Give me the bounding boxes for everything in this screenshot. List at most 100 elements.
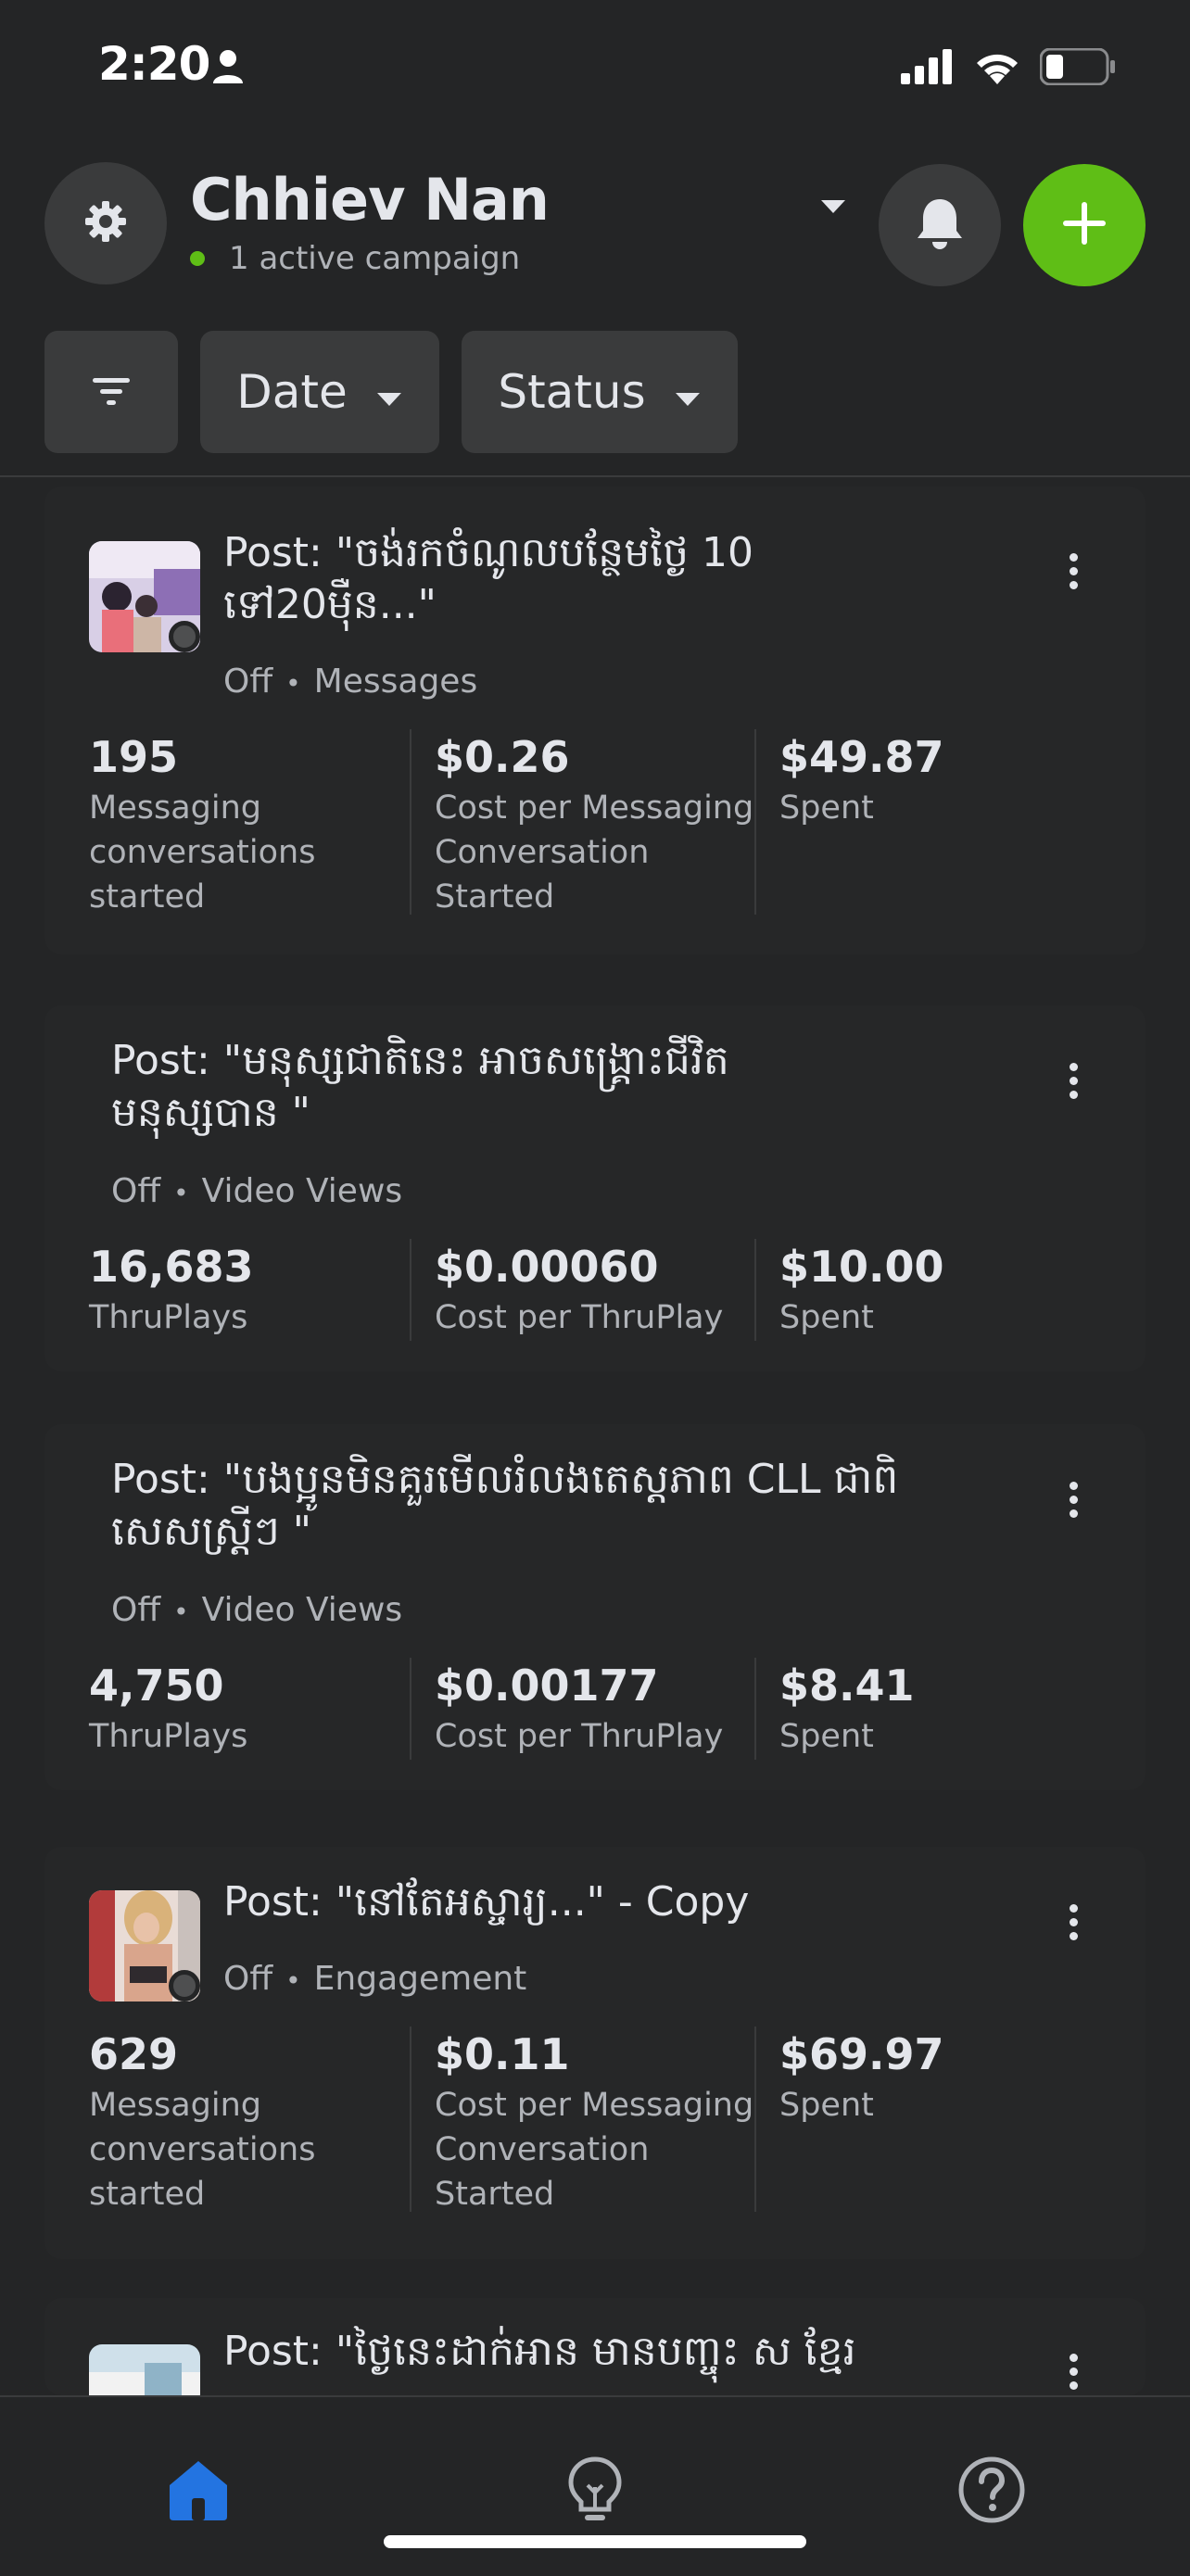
campaign-meta: Off • Video Views [111, 1591, 402, 1629]
campaign-card[interactable]: Post: "បងប្អូនមិនគួរមើលរំលងតេស្តភាព CLL … [44, 1424, 1146, 1790]
metric-divider [754, 729, 756, 915]
more-options-icon[interactable] [1070, 1482, 1081, 1523]
campaign-status: Off [223, 1960, 273, 1998]
meta-separator: • [285, 1965, 301, 1996]
more-options-icon[interactable] [1070, 1904, 1081, 1946]
metric-spent: $10.00 Spent [779, 1242, 1057, 1340]
bell-icon [914, 196, 966, 255]
campaign-card[interactable]: Post: "ថ្ងៃនេះដាក់អាន មានបញ្ចុះ ស ខ្មែរ [44, 2298, 1146, 2395]
nav-ideas[interactable] [558, 2455, 632, 2529]
campaign-thumbnail [89, 541, 200, 652]
notifications-button[interactable] [879, 164, 1001, 286]
metric-value: $49.87 [779, 732, 944, 782]
metric-label: Spent [779, 2087, 874, 2124]
metric-value: $0.00177 [435, 1661, 659, 1711]
campaign-title: Post: "ចង់រកចំណូលបន្ថែមថ្ងៃ 10 ទៅ20ម៉ឺន.… [223, 527, 753, 631]
account-name[interactable]: Chhiev Nan [190, 166, 550, 234]
campaign-title: Post: "នៅតែអស្ចារ្យ..." - Copy [223, 1876, 749, 1928]
metric-divider [410, 1658, 411, 1760]
metric-label: Cost per Messaging Conversation Started [435, 789, 754, 915]
meta-separator: • [173, 1178, 189, 1208]
campaign-title: Post: "ថ្ងៃនេះដាក់អាន មានបញ្ចុះ ស ខ្មែរ [223, 2326, 856, 2378]
metric-divider [754, 1239, 756, 1341]
metric-spent: $8.41 Spent [779, 1661, 1057, 1759]
account-status: 1 active campaign [190, 240, 520, 277]
metric-label: Cost per ThruPlay [435, 1718, 724, 1755]
create-campaign-button[interactable] [1023, 164, 1146, 286]
settings-button[interactable] [44, 162, 167, 284]
campaign-status: Off [223, 663, 273, 701]
metric-label: Spent [779, 789, 874, 827]
metric-value: 16,683 [89, 1242, 254, 1292]
metric-label: Messaging conversations started [89, 789, 316, 915]
campaign-card[interactable]: Post: "នៅតែអស្ចារ្យ..." - Copy Off • Engag… [44, 1847, 1146, 2259]
metric-value: $0.26 [435, 732, 570, 782]
campaign-title-line: ទៅ20ម៉ឺន..." [223, 581, 437, 628]
campaign-objective: Engagement [313, 1960, 527, 1998]
status-bar: 2:20 [0, 0, 1190, 139]
campaign-title-line: Post: "នៅតែអស្ចារ្យ..." - Copy [223, 1878, 750, 1926]
campaign-title-line: មនុស្សបាន " [111, 1089, 310, 1136]
metric-value: $10.00 [779, 1242, 944, 1292]
metric-value: 4,750 [89, 1661, 224, 1711]
wifi-icon [973, 49, 1021, 88]
metric-spent: $49.87 Spent [779, 732, 1057, 830]
metric-label: Cost per Messaging Conversation Started [435, 2087, 754, 2213]
metric-value: $0.00060 [435, 1242, 659, 1292]
campaign-title-line: Post: "បងប្អូនមិនគួរមើលរំលងតេស្តភាព CLL … [111, 1456, 899, 1503]
nav-home[interactable] [161, 2455, 235, 2529]
metric-label: Spent [779, 1299, 874, 1336]
filter-button[interactable] [44, 331, 178, 453]
person-icon [211, 48, 245, 89]
campaign-objective: Video Views [201, 1172, 403, 1210]
campaign-thumbnail [89, 2344, 200, 2395]
status-filter-label: Status [498, 365, 646, 419]
campaign-meta: Off • Video Views [111, 1172, 402, 1210]
cellular-signal-icon [901, 49, 955, 88]
more-options-icon[interactable] [1070, 553, 1081, 595]
metric-label: Cost per ThruPlay [435, 1299, 724, 1336]
account-switcher-caret-icon[interactable] [819, 197, 847, 220]
meta-separator: • [285, 668, 301, 699]
more-options-icon[interactable] [1070, 2354, 1081, 2395]
account-header: Chhiev Nan 1 active campaign [0, 162, 1190, 292]
lightbulb-icon [565, 2456, 625, 2528]
campaign-status: Off [111, 1591, 161, 1629]
metric-divider [754, 1658, 756, 1760]
campaign-status-dot [169, 621, 200, 652]
status-filter-dropdown[interactable]: Status [462, 331, 738, 453]
metric-spent: $69.97 Spent [779, 2029, 1057, 2128]
nav-help[interactable] [955, 2455, 1029, 2529]
campaign-title-line: សេសស្ត្រីៗ " [111, 1508, 311, 1555]
metric-divider [410, 2027, 411, 2212]
chevron-down-icon [375, 365, 403, 419]
campaign-meta: Off • Engagement [223, 1960, 526, 1998]
campaign-title-line: Post: "ចង់រកចំណូលបន្ថែមថ្ងៃ 10 [223, 529, 754, 576]
campaign-objective: Video Views [201, 1591, 403, 1629]
metric-value: $69.97 [779, 2029, 944, 2079]
campaign-card[interactable]: Post: "មនុស្សជាតិនេះ អាចសង្គ្រោះជីវិត មន… [44, 1005, 1146, 1371]
status-time: 2:20 [98, 37, 210, 91]
bottom-navigation [0, 2395, 1190, 2576]
campaign-title-line: Post: "មនុស្សជាតិនេះ អាចសង្គ្រោះជីវិត [111, 1037, 729, 1084]
campaign-title-line: Post: "ថ្ងៃនេះដាក់អាន មានបញ្ចុះ ស ខ្មែរ [223, 2328, 856, 2375]
metric-value: $0.11 [435, 2029, 570, 2079]
campaign-status: Off [111, 1172, 161, 1210]
meta-separator: • [173, 1597, 189, 1627]
metric-cost: $0.00177 Cost per ThruPlay [435, 1661, 754, 1759]
campaign-card[interactable]: Post: "ចង់រកចំណូលបន្ថែមថ្ងៃ 10 ទៅ20ម៉ឺន.… [44, 486, 1146, 954]
battery-icon [1039, 47, 1116, 89]
status-indicators [901, 47, 1116, 89]
metric-value: $8.41 [779, 1661, 915, 1711]
campaign-title: Post: "បងប្អូនមិនគួរមើលរំលងតេស្តភាព CLL … [111, 1454, 898, 1558]
plus-icon [1061, 200, 1108, 250]
help-icon [957, 2456, 1026, 2528]
campaign-title: Post: "មនុស្សជាតិនេះ អាចសង្គ្រោះជីវិត មន… [111, 1035, 729, 1139]
metric-label: ThruPlays [89, 1299, 248, 1336]
date-filter-dropdown[interactable]: Date [200, 331, 439, 453]
metric-divider [754, 2027, 756, 2212]
metric-label: Spent [779, 1718, 874, 1755]
more-options-icon[interactable] [1070, 1063, 1081, 1105]
home-indicator[interactable] [384, 2535, 806, 2548]
metric-results: 629 Messaging conversations started [89, 2029, 386, 2216]
